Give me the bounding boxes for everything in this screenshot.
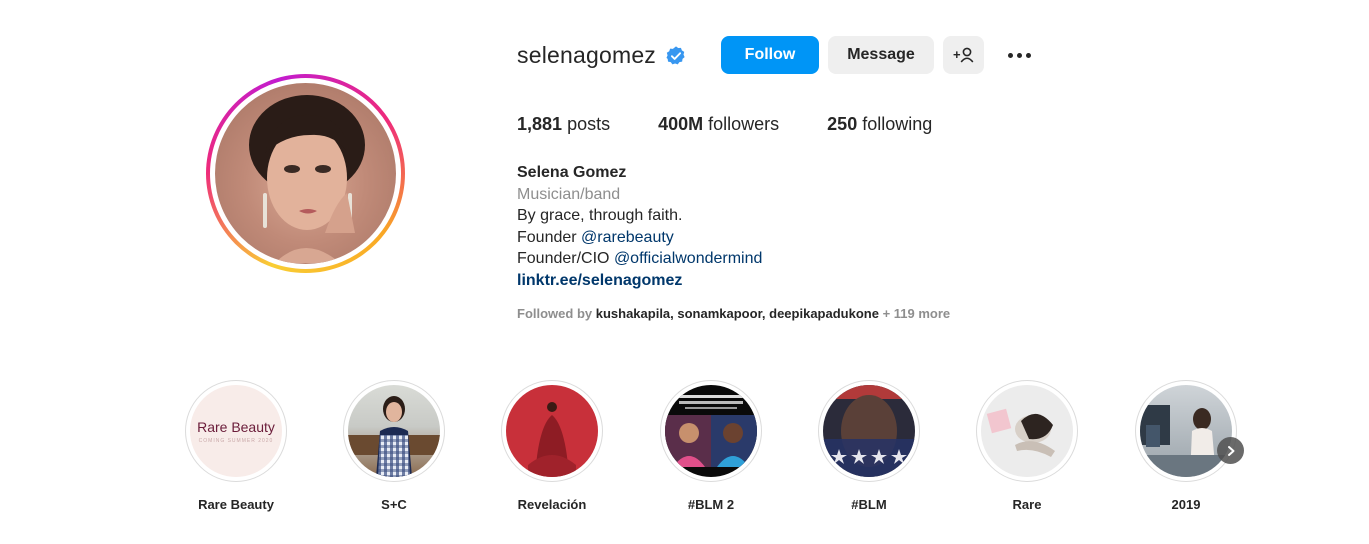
- dot: [1007, 52, 1013, 58]
- highlight-item[interactable]: #BLM: [798, 380, 938, 520]
- bio-prefix: Founder/CIO: [517, 250, 614, 267]
- highlight-cover-ring: [1135, 380, 1237, 482]
- followed-by-users: kushakapila, sonamkapoor, deepikapadukon…: [595, 306, 879, 321]
- bio-line-founder-cio: Founder/CIO @officialwondermind: [517, 248, 762, 270]
- followers-count: 400M: [658, 114, 704, 134]
- highlight-cover-ring: [660, 380, 762, 482]
- svg-text:+: +: [953, 47, 961, 62]
- avatar-photo: [215, 83, 396, 264]
- bio-prefix: Founder: [517, 228, 582, 246]
- highlight-label: #BLM: [851, 497, 887, 512]
- highlight-cover-ring: [501, 380, 603, 482]
- followed-by[interactable]: Followed by kushakapila, sonamkapoor, de…: [517, 306, 950, 321]
- highlight-item[interactable]: S+C: [323, 380, 463, 520]
- dot: [1016, 52, 1022, 58]
- highlight-cover-subtitle: COMING SUMMER 2020: [198, 437, 274, 444]
- highlight-cover-illustration: [348, 396, 440, 477]
- followers-label: followers: [708, 114, 780, 134]
- highlight-cover-illustration: [528, 402, 576, 477]
- highlight-cover-illustration: [1140, 405, 1232, 477]
- followed-by-prefix: Followed by: [517, 306, 596, 321]
- profile-stats: 1,881 posts 400M followers 250 following: [517, 114, 980, 135]
- full-name: Selena Gomez: [517, 164, 627, 181]
- highlight-cover-illustration: [665, 395, 757, 467]
- profile-bio: Selena Gomez Musician/band By grace, thr…: [517, 162, 762, 291]
- highlight-cover-ring: [976, 380, 1078, 482]
- highlight-label: S+C: [381, 497, 407, 512]
- highlight-label: Rare Beauty: [198, 497, 274, 512]
- avatar-inner: [210, 78, 401, 269]
- highlight-cover: [348, 385, 440, 477]
- suggest-users-button[interactable]: +: [943, 36, 984, 74]
- following-stat[interactable]: 250 following: [827, 114, 932, 135]
- highlight-cover-illustration: [986, 408, 1055, 457]
- highlight-item[interactable]: Rare Beauty COMING SUMMER 2020 Rare Beau…: [165, 380, 305, 520]
- highlight-cover: [506, 385, 598, 477]
- more-options-icon[interactable]: [1003, 43, 1035, 67]
- highlight-cover-ring: [818, 380, 920, 482]
- highlight-cover: [1140, 385, 1232, 477]
- avatar-portrait-illustration: [249, 95, 365, 263]
- following-label: following: [862, 114, 933, 134]
- highlight-label: 2019: [1171, 497, 1201, 512]
- highlight-item[interactable]: Revelación: [481, 380, 621, 520]
- add-user-icon: +: [953, 47, 973, 63]
- profile-avatar[interactable]: [206, 74, 405, 273]
- highlight-cover: [665, 385, 757, 477]
- highlight-cover: [981, 385, 1073, 477]
- profile-username: selenagomez: [517, 42, 657, 68]
- dot: [1025, 52, 1031, 58]
- bio-line: By grace, through faith.: [517, 207, 683, 224]
- posts-label: posts: [567, 114, 611, 134]
- followed-by-more: + 119 more: [878, 306, 951, 321]
- highlight-label: Revelación: [517, 497, 587, 512]
- external-link[interactable]: linktr.ee/selenagomez: [517, 270, 762, 292]
- highlight-label: Rare: [1012, 497, 1042, 512]
- highlight-cover-illustration: [823, 385, 915, 477]
- highlight-cover-ring: Rare Beauty COMING SUMMER 2020: [185, 380, 287, 482]
- bio-line-founder: Founder @rarebeauty: [517, 227, 762, 249]
- mention-link-wondermind[interactable]: @officialwondermind: [614, 250, 762, 267]
- posts-count: 1,881: [517, 114, 563, 134]
- chevron-right-icon[interactable]: [1217, 437, 1244, 464]
- verified-badge-icon: [666, 46, 685, 65]
- category-label: Musician/band: [517, 185, 621, 203]
- highlight-label: #BLM 2: [687, 497, 735, 512]
- followers-stat[interactable]: 400M followers: [658, 114, 779, 135]
- following-count: 250: [827, 114, 858, 134]
- highlight-cover: [823, 385, 915, 477]
- message-button[interactable]: Message: [828, 36, 934, 74]
- posts-stat: 1,881 posts: [517, 114, 610, 135]
- mention-link-rarebeauty[interactable]: @rarebeauty: [581, 229, 674, 246]
- highlight-item[interactable]: Rare: [956, 380, 1096, 520]
- highlight-cover-ring: [343, 380, 445, 482]
- highlight-cover: Rare Beauty COMING SUMMER 2020: [190, 385, 282, 477]
- highlight-cover-title: Rare Beauty: [197, 418, 275, 435]
- chevron-right-glyph: [1227, 445, 1234, 456]
- follow-button[interactable]: Follow: [721, 36, 819, 74]
- highlight-item[interactable]: #BLM 2: [640, 380, 780, 520]
